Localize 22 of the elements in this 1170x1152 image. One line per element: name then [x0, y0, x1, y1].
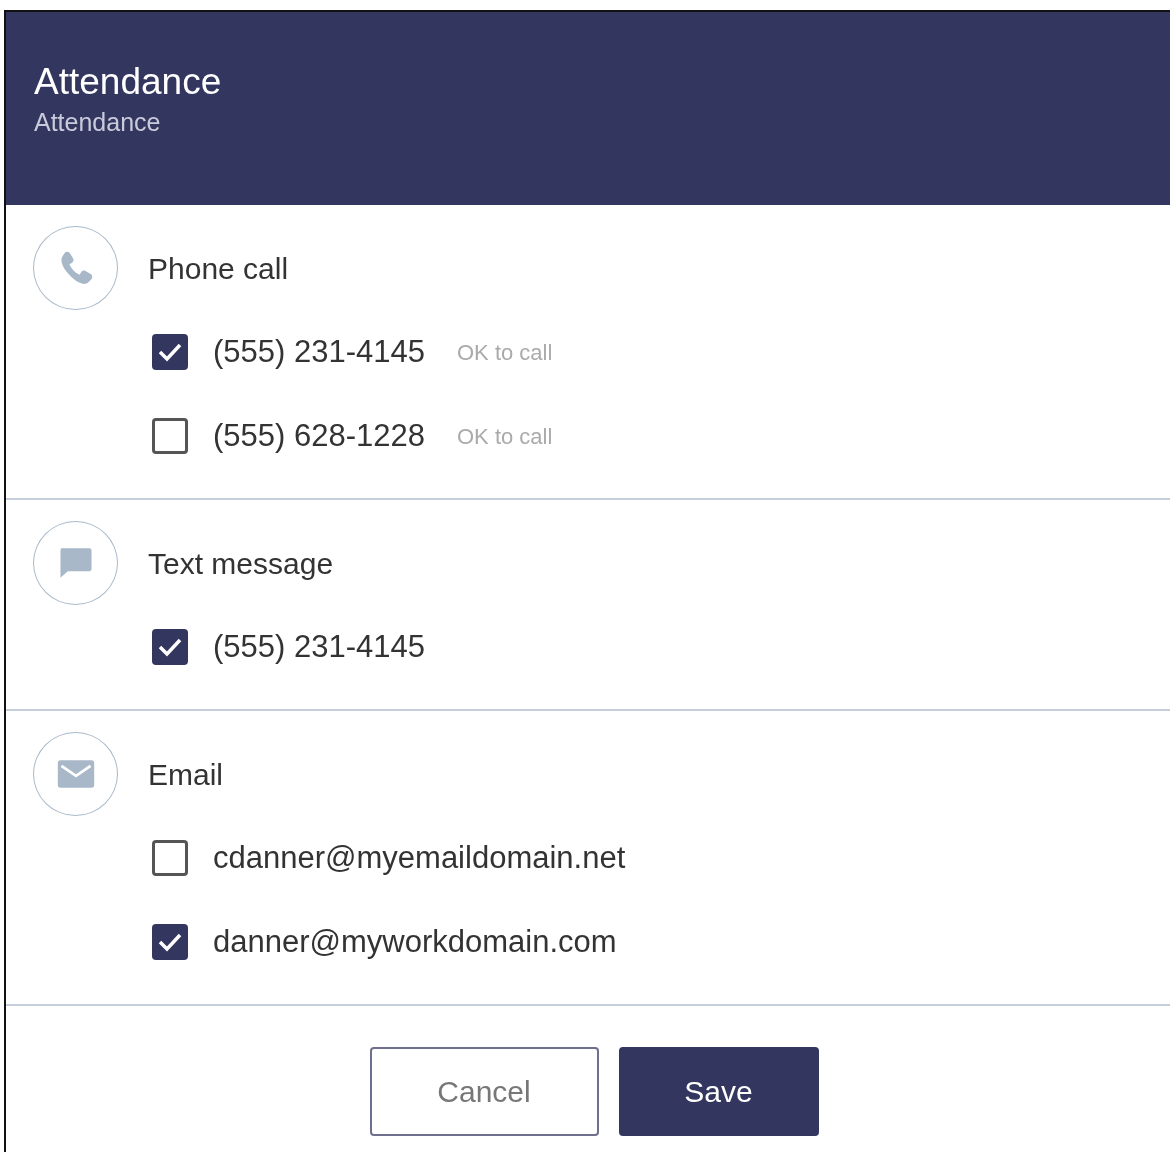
contact-label: danner@myworkdomain.com	[213, 922, 617, 961]
check-icon	[157, 341, 183, 363]
checkbox[interactable]	[152, 629, 188, 665]
section-title: Phone call	[148, 250, 289, 287]
check-icon	[157, 636, 183, 658]
cancel-button[interactable]: Cancel	[369, 1047, 599, 1136]
check-icon	[157, 931, 183, 953]
contact-note: OK to call	[457, 422, 553, 451]
section-title: Email	[148, 756, 223, 793]
section-title: Text message	[148, 545, 334, 582]
contact-label: cdanner@myemaildomain.net	[213, 838, 626, 877]
dialog-subtitle: Attendance	[34, 107, 162, 138]
save-button[interactable]: Save	[618, 1047, 819, 1136]
dialog-title: Attendance	[34, 60, 223, 104]
contact-label: (555) 231-4145	[213, 332, 425, 371]
contact-note: OK to call	[457, 338, 553, 367]
contact-label: (555) 231-4145	[213, 627, 425, 666]
contact-label: (555) 628-1228	[213, 416, 425, 455]
checkbox[interactable]	[152, 840, 188, 876]
checkbox[interactable]	[152, 334, 188, 370]
checkbox[interactable]	[152, 418, 188, 454]
checkbox[interactable]	[152, 924, 188, 960]
